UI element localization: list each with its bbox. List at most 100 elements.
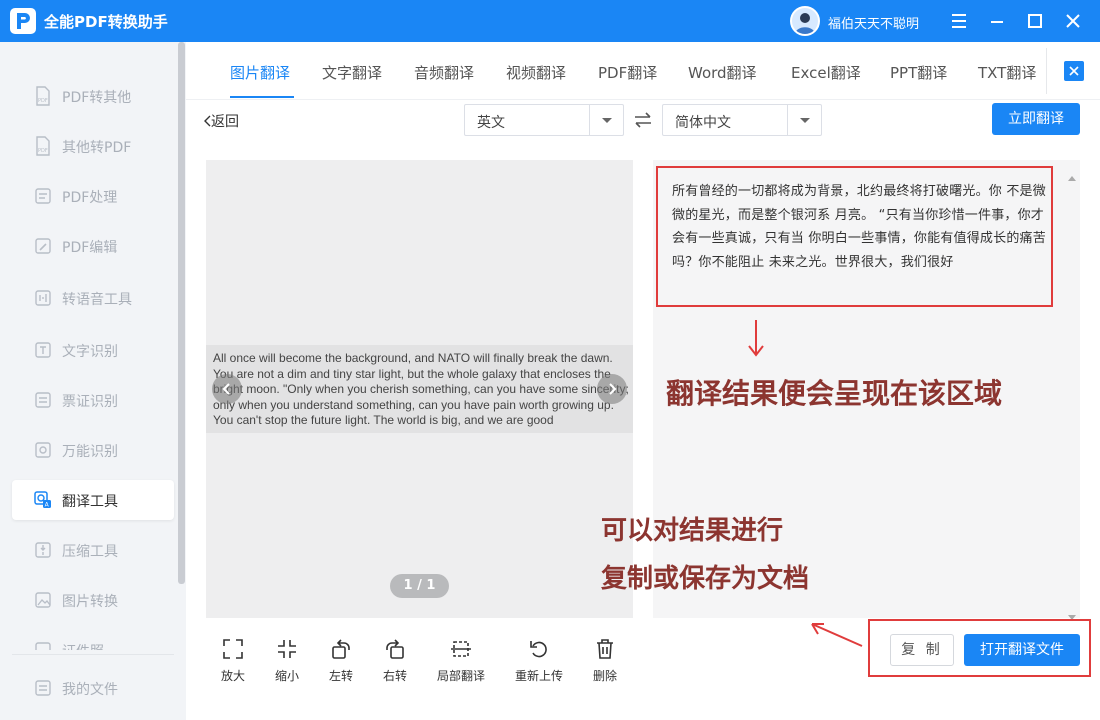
next-image-button[interactable] <box>597 374 627 404</box>
menu-icon[interactable] <box>947 9 971 33</box>
rotate-left-icon <box>332 639 350 659</box>
swap-languages-icon[interactable] <box>633 110 653 134</box>
avatar[interactable] <box>790 6 820 36</box>
sidebar-item-speech[interactable]: 转语音工具 <box>12 278 174 318</box>
rotate-right-button[interactable]: 右转 <box>365 638 425 686</box>
result-text: 所有曾经的一切都将成为背景，北约最终将打破曙光。你 不是微微的星光，而是整个银河… <box>672 184 1046 270</box>
target-language-select[interactable]: 简体中文 <box>662 104 822 136</box>
scroll-up-icon[interactable] <box>1068 166 1076 185</box>
sidebar-item-label: 万能识别 <box>62 444 118 460</box>
open-translated-file-button[interactable]: 打开翻译文件 <box>964 634 1080 666</box>
partial-translate-icon <box>451 641 471 657</box>
source-image: All once will become the background, and… <box>206 345 633 433</box>
pdf-export-icon: PDF <box>36 86 50 106</box>
sidebar-item-label: 票证识别 <box>62 394 118 410</box>
partial-translate-button[interactable]: 局部翻译 <box>431 638 491 686</box>
tool-label: 放大 <box>220 669 245 683</box>
sidebar-divider <box>12 654 174 655</box>
tab-separator <box>1046 48 1047 94</box>
user-name[interactable]: 福伯天天不聪明 <box>828 13 919 32</box>
reupload-icon <box>530 641 547 658</box>
translate-icon: A <box>34 491 51 509</box>
sidebar-item-label: 我的文件 <box>62 682 118 698</box>
zoom-out-button[interactable]: 缩小 <box>257 638 317 686</box>
id-photo-icon <box>35 642 51 650</box>
chevron-left-icon <box>204 115 211 127</box>
sidebar-scrollbar[interactable] <box>178 42 185 584</box>
rotate-left-button[interactable]: 左转 <box>311 638 371 686</box>
speech-icon <box>35 290 51 306</box>
back-label: 返回 <box>211 114 239 130</box>
sidebar-item-pdf-export[interactable]: PDF PDF转其他 <box>12 76 174 116</box>
arrow-down-icon <box>748 320 764 357</box>
source-language-select[interactable]: 英文 <box>464 104 624 136</box>
sidebar-item-label: PDF编辑 <box>62 240 118 256</box>
minimize-icon[interactable] <box>985 9 1009 33</box>
universal-ocr-icon <box>35 442 51 458</box>
compress-icon <box>35 542 51 558</box>
close-icon[interactable] <box>1061 9 1085 33</box>
sidebar-item-compress[interactable]: 压缩工具 <box>12 530 174 570</box>
sidebar-item-pdf-import[interactable]: PDF 其他转PDF <box>12 126 174 166</box>
caret-down-icon <box>787 105 821 135</box>
sidebar-item-label: 其他转PDF <box>62 140 132 156</box>
zoom-out-icon <box>278 640 296 658</box>
sidebar-item-pdf-process[interactable]: PDF处理 <box>12 176 174 216</box>
image-convert-icon <box>35 592 51 608</box>
svg-text:PDF: PDF <box>38 98 48 104</box>
source-language-value: 英文 <box>477 115 505 131</box>
sidebar-item-text-ocr[interactable]: 文字识别 <box>12 330 174 370</box>
app-title: 全能PDF转换助手 <box>44 13 168 31</box>
pdf-process-icon <box>35 188 51 204</box>
sidebar-item-my-files[interactable]: 我的文件 <box>12 668 174 708</box>
annotation-action-line2: 复制或保存为文档 <box>601 564 810 594</box>
pdf-import-icon: PDF <box>36 136 50 156</box>
arrow-up-left-icon <box>811 623 863 647</box>
sidebar-item-pdf-edit[interactable]: PDF编辑 <box>12 226 174 266</box>
pdf-edit-icon <box>35 238 51 254</box>
tab-ppt-translate[interactable]: PPT翻译 <box>890 62 947 83</box>
sidebar-item-translate[interactable]: A 翻译工具 <box>12 480 174 520</box>
maximize-icon[interactable] <box>1023 9 1047 33</box>
tab-audio-translate[interactable]: 音频翻译 <box>414 62 474 83</box>
caret-down-icon <box>589 105 623 135</box>
text-ocr-icon <box>35 342 51 358</box>
sidebar-item-label: PDF转其他 <box>62 90 132 106</box>
tab-bar: 图片翻译 文字翻译 音频翻译 视频翻译 PDF翻译 Word翻译 Excel翻译… <box>186 42 1100 100</box>
sidebar-item-id-photo[interactable]: 证件照 <box>12 630 174 650</box>
sidebar-item-label: 文字识别 <box>62 344 118 360</box>
sidebar-item-universal-ocr[interactable]: 万能识别 <box>12 430 174 470</box>
tool-label: 局部翻译 <box>436 669 485 683</box>
tab-excel-translate[interactable]: Excel翻译 <box>791 62 861 83</box>
zoom-in-icon <box>223 639 243 659</box>
copy-button[interactable]: 复 制 <box>890 634 954 666</box>
sidebar-item-image-convert[interactable]: 图片转换 <box>12 580 174 620</box>
tab-video-translate[interactable]: 视频翻译 <box>506 62 566 83</box>
sidebar-item-ticket-ocr[interactable]: 票证识别 <box>12 380 174 420</box>
tool-label: 缩小 <box>274 669 299 683</box>
sidebar-item-label: 转语音工具 <box>62 292 132 308</box>
app-logo-icon <box>10 8 36 34</box>
svg-text:PDF: PDF <box>38 148 48 154</box>
back-button[interactable]: 返回 <box>203 111 239 131</box>
sidebar-item-label: 证件照 <box>62 641 104 650</box>
reupload-button[interactable]: 重新上传 <box>509 638 569 686</box>
active-tab-indicator <box>230 96 294 98</box>
delete-button[interactable]: 删除 <box>575 638 635 686</box>
tool-label: 删除 <box>592 669 617 683</box>
target-language-value: 简体中文 <box>675 115 731 131</box>
sidebar-item-label: 压缩工具 <box>62 544 118 560</box>
source-text: All once will become the background, and… <box>213 351 629 428</box>
tool-label: 左转 <box>328 669 353 683</box>
zoom-in-button[interactable]: 放大 <box>203 638 263 686</box>
tab-txt-translate[interactable]: TXT翻译 <box>978 62 1036 83</box>
tab-pdf-translate[interactable]: PDF翻译 <box>598 62 657 83</box>
translate-now-button[interactable]: 立即翻译 <box>992 103 1080 135</box>
tab-word-translate[interactable]: Word翻译 <box>688 62 757 83</box>
tab-text-translate[interactable]: 文字翻译 <box>322 62 382 83</box>
tab-image-translate[interactable]: 图片翻译 <box>230 62 290 83</box>
prev-image-button[interactable] <box>212 374 242 404</box>
chevron-right-icon <box>609 383 617 395</box>
close-panel-icon[interactable] <box>1064 61 1084 81</box>
chevron-left-icon <box>222 383 230 395</box>
